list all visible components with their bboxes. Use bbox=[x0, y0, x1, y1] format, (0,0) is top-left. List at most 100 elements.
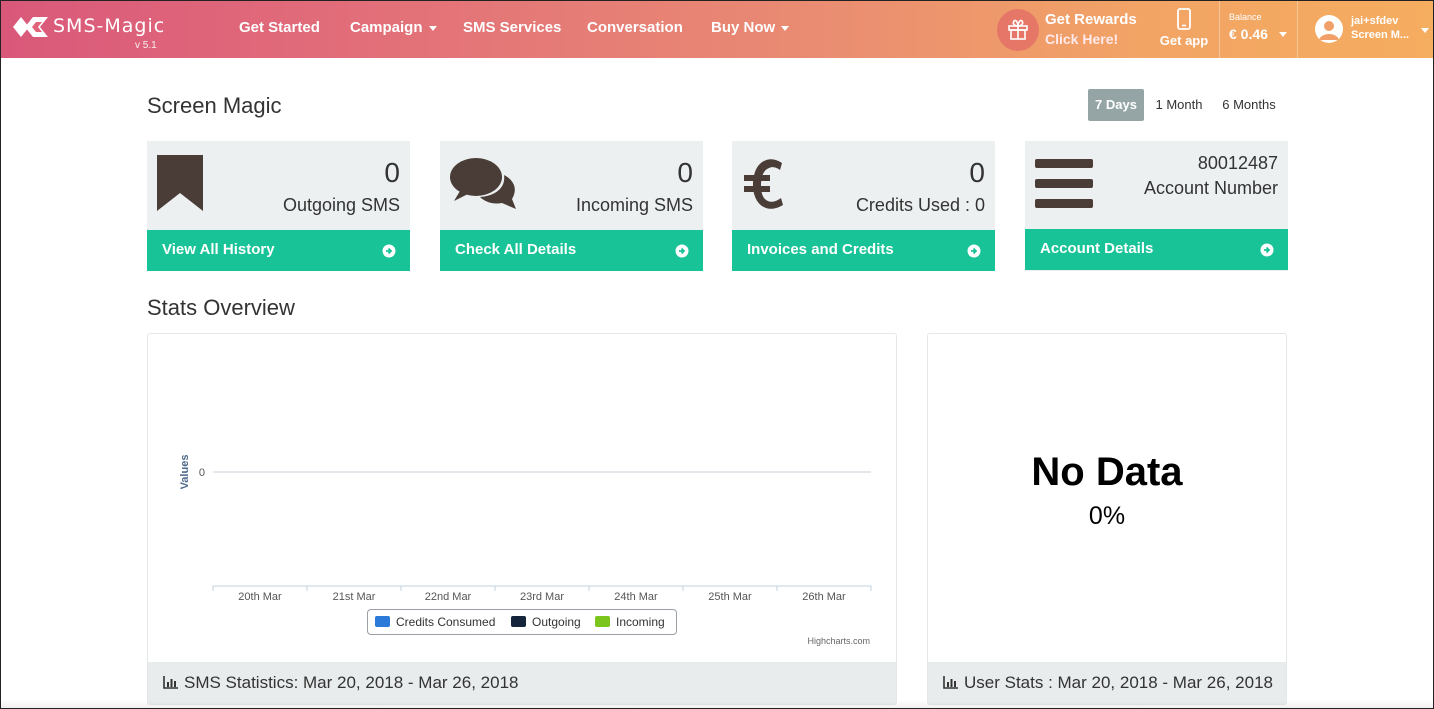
range-1-month-button[interactable]: 1 Month bbox=[1150, 89, 1208, 121]
get-app-label: Get app bbox=[1159, 33, 1209, 48]
arrow-circle-right-icon bbox=[967, 244, 981, 258]
legend-swatch bbox=[595, 616, 610, 627]
nav-label: Buy Now bbox=[711, 19, 776, 36]
sms-statistics-panel: Values 0 20th Mar 21st Mar 22nd Mar 23rd Mar 2… bbox=[147, 333, 897, 705]
top-navbar: SMS-Magic v 5.1 Get Started Campaign SMS… bbox=[1, 1, 1433, 58]
incoming-sms-card: 0 Incoming SMS Check All Details bbox=[440, 141, 703, 271]
no-data-percentage: 0% bbox=[1088, 502, 1126, 530]
legend-item-incoming[interactable]: Incoming bbox=[595, 615, 665, 629]
bookmark-icon bbox=[157, 155, 203, 211]
nav-buy-now[interactable]: Buy Now bbox=[711, 19, 790, 36]
arrow-circle-right-icon bbox=[675, 244, 689, 258]
user-menu[interactable]: jai+sfdev Screen M... bbox=[1309, 9, 1431, 51]
nav-get-started[interactable]: Get Started bbox=[239, 19, 320, 36]
get-rewards-button[interactable]: Get Rewards Click Here! bbox=[997, 7, 1142, 51]
x-tick-label: 21st Mar bbox=[333, 591, 376, 603]
app-version: v 5.1 bbox=[135, 40, 157, 51]
avatar bbox=[1315, 15, 1343, 43]
get-app-button[interactable]: Get app bbox=[1153, 7, 1215, 51]
divider bbox=[1219, 1, 1220, 58]
x-tick-label: 25th Mar bbox=[708, 591, 752, 603]
incoming-sms-count: 0 bbox=[677, 157, 693, 188]
nav-conversation[interactable]: Conversation bbox=[587, 19, 683, 36]
user-name: jai+sfdev bbox=[1351, 15, 1399, 27]
user-icon bbox=[1319, 21, 1339, 40]
nav-sms-services[interactable]: SMS Services bbox=[463, 19, 561, 36]
legend-swatch bbox=[375, 616, 390, 627]
x-tick-label: 22nd Mar bbox=[425, 591, 472, 603]
nav-label: SMS Services bbox=[463, 19, 562, 36]
page: SMS-Magic v 5.1 Get Started Campaign SMS… bbox=[0, 0, 1434, 709]
nav-campaign[interactable]: Campaign bbox=[350, 19, 437, 36]
user-stats-panel: No Data 0% User Stats : Mar 20, 2018 - M… bbox=[927, 333, 1287, 705]
account-number-label: Account Number bbox=[1143, 178, 1278, 198]
nav-label: Campaign bbox=[350, 19, 423, 36]
account-number-card: 80012487 Account Number Account Details bbox=[1025, 141, 1288, 271]
bar-chart-icon bbox=[943, 676, 958, 689]
no-data-message: No Data bbox=[1031, 450, 1183, 494]
legend-label: Incoming bbox=[616, 615, 665, 629]
legend-swatch bbox=[511, 616, 526, 627]
footer-label: Check All Details bbox=[455, 241, 577, 258]
balance-value: € 0.46 bbox=[1229, 26, 1268, 42]
euro-icon bbox=[744, 159, 783, 209]
page-bottom-shadow bbox=[1, 700, 1433, 708]
credits-used-count: 0 bbox=[969, 157, 985, 188]
menu-bars-icon bbox=[1035, 159, 1093, 208]
y-tick-label: 0 bbox=[199, 467, 205, 479]
credits-used-card: 0 Credits Used : 0 Invoices and Credits bbox=[732, 141, 995, 271]
user-org: Screen M... bbox=[1351, 29, 1410, 41]
nav-label: Conversation bbox=[587, 19, 683, 36]
page-title: Screen Magic bbox=[147, 93, 282, 118]
logo-icon bbox=[13, 17, 48, 37]
account-details-button[interactable]: Account Details bbox=[1025, 229, 1288, 270]
range-6-months-button[interactable]: 6 Months bbox=[1216, 89, 1282, 121]
x-tick-label: 23rd Mar bbox=[520, 591, 564, 603]
outgoing-sms-label: Outgoing SMS bbox=[282, 195, 400, 215]
legend-label: Outgoing bbox=[532, 615, 581, 629]
balance-label: Balance bbox=[1229, 12, 1262, 22]
chevron-down-icon bbox=[1279, 32, 1287, 37]
x-tick-label: 24th Mar bbox=[614, 591, 658, 603]
footer-label: View All History bbox=[162, 241, 275, 258]
legend-item-outgoing[interactable]: Outgoing bbox=[511, 615, 581, 629]
chevron-down-icon bbox=[428, 25, 437, 31]
credits-used-label: Credits Used : 0 bbox=[855, 195, 985, 215]
stats-overview-title: Stats Overview bbox=[147, 295, 295, 320]
user-stats-footer: User Stats : Mar 20, 2018 - Mar 26, 2018 bbox=[928, 662, 1286, 704]
rewards-title: Get Rewards bbox=[1045, 11, 1137, 28]
logo[interactable]: SMS-Magic v 5.1 bbox=[11, 11, 171, 55]
user-stats-date-range: User Stats : Mar 20, 2018 - Mar 26, 2018 bbox=[964, 673, 1273, 692]
balance-dropdown[interactable]: Balance € 0.46 bbox=[1223, 10, 1293, 50]
rewards-link: Click Here! bbox=[1045, 31, 1119, 47]
outgoing-sms-card: 0 Outgoing SMS View All History bbox=[147, 141, 410, 271]
x-tick-label: 26th Mar bbox=[802, 591, 846, 603]
chat-bubbles-icon bbox=[450, 158, 516, 209]
nav-label: Get Started bbox=[239, 19, 320, 36]
legend-label: Credits Consumed bbox=[396, 615, 496, 629]
bar-chart-icon bbox=[163, 676, 178, 689]
sms-statistics-footer: SMS Statistics: Mar 20, 2018 - Mar 26, 2… bbox=[148, 662, 896, 704]
outgoing-sms-count: 0 bbox=[384, 157, 400, 188]
account-number-value: 80012487 bbox=[1197, 153, 1278, 173]
arrow-circle-right-icon bbox=[382, 244, 396, 258]
mobile-phone-icon bbox=[1177, 8, 1191, 30]
gift-icon bbox=[997, 9, 1039, 51]
chevron-down-icon bbox=[1421, 28, 1429, 33]
view-all-history-button[interactable]: View All History bbox=[147, 230, 410, 271]
range-7-days-button[interactable]: 7 Days bbox=[1088, 89, 1144, 121]
divider bbox=[1297, 1, 1298, 58]
y-axis-title: Values bbox=[179, 455, 191, 490]
legend-item-credits-consumed[interactable]: Credits Consumed bbox=[375, 615, 495, 629]
incoming-sms-label: Incoming SMS bbox=[575, 195, 693, 215]
footer-label: Account Details bbox=[1040, 240, 1154, 257]
check-all-details-button[interactable]: Check All Details bbox=[440, 230, 703, 271]
x-tick-label: 20th Mar bbox=[238, 591, 282, 603]
arrow-circle-right-icon bbox=[1260, 243, 1274, 257]
chart-legend: Credits Consumed Outgoing Incoming bbox=[367, 609, 677, 635]
invoices-and-credits-button[interactable]: Invoices and Credits bbox=[732, 230, 995, 271]
highcharts-credits-link[interactable]: Highcharts.com bbox=[807, 636, 870, 646]
logo-text: SMS-Magic bbox=[53, 15, 166, 37]
footer-label: Invoices and Credits bbox=[747, 241, 894, 258]
sms-statistics-date-range: SMS Statistics: Mar 20, 2018 - Mar 26, 2… bbox=[184, 673, 519, 692]
